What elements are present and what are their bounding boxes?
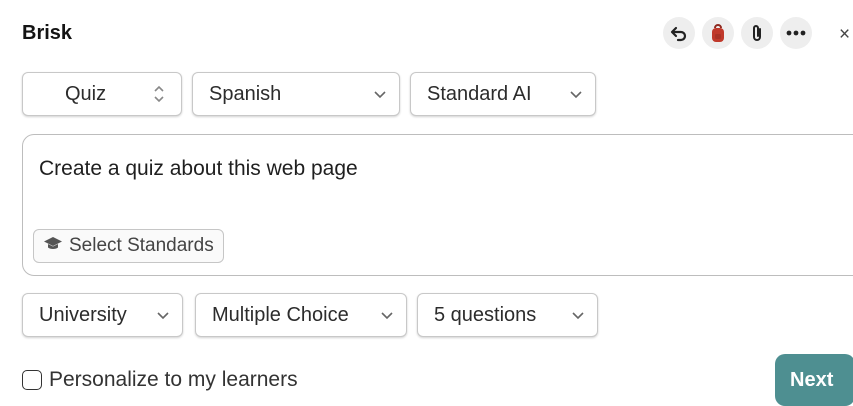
next-button[interactable]: Next	[775, 354, 853, 406]
close-icon[interactable]: ×	[839, 24, 850, 46]
chevron-down-icon	[569, 85, 583, 111]
chevron-down-icon	[380, 306, 394, 332]
language-select-value: Spanish	[209, 82, 282, 105]
more-icon[interactable]	[780, 17, 812, 49]
prompt-text[interactable]: Create a quiz about this web page	[39, 157, 358, 181]
level-select[interactable]: University	[22, 293, 183, 337]
paperclip-icon[interactable]	[741, 17, 773, 49]
header-toolbar	[663, 17, 812, 49]
type-select[interactable]: Quiz	[22, 72, 182, 116]
graduation-cap-icon	[43, 235, 63, 257]
question-count-select[interactable]: 5 questions	[417, 293, 598, 337]
select-standards-label: Select Standards	[69, 235, 214, 256]
chevron-down-icon	[373, 85, 387, 111]
personalize-label: Personalize to my learners	[49, 368, 298, 391]
personalize-checkbox[interactable]	[22, 370, 42, 390]
updown-icon	[153, 83, 165, 111]
type-select-value: Quiz	[65, 82, 107, 105]
language-select[interactable]: Spanish	[192, 72, 400, 116]
level-select-value: University	[39, 303, 127, 326]
app-title: Brisk	[22, 22, 73, 44]
model-select-value: Standard AI	[427, 82, 532, 105]
undo-icon[interactable]	[663, 17, 695, 49]
backpack-icon[interactable]	[702, 17, 734, 49]
question-count-select-value: 5 questions	[434, 303, 537, 326]
select-standards-button[interactable]: Select Standards	[33, 229, 224, 263]
chevron-down-icon	[156, 306, 170, 332]
prompt-input[interactable]: Create a quiz about this web page Select…	[22, 134, 853, 276]
personalize-row[interactable]: Personalize to my learners	[22, 368, 298, 392]
question-type-select[interactable]: Multiple Choice	[195, 293, 407, 337]
model-select[interactable]: Standard AI	[410, 72, 596, 116]
question-type-select-value: Multiple Choice	[212, 303, 349, 326]
chevron-down-icon	[571, 306, 585, 332]
